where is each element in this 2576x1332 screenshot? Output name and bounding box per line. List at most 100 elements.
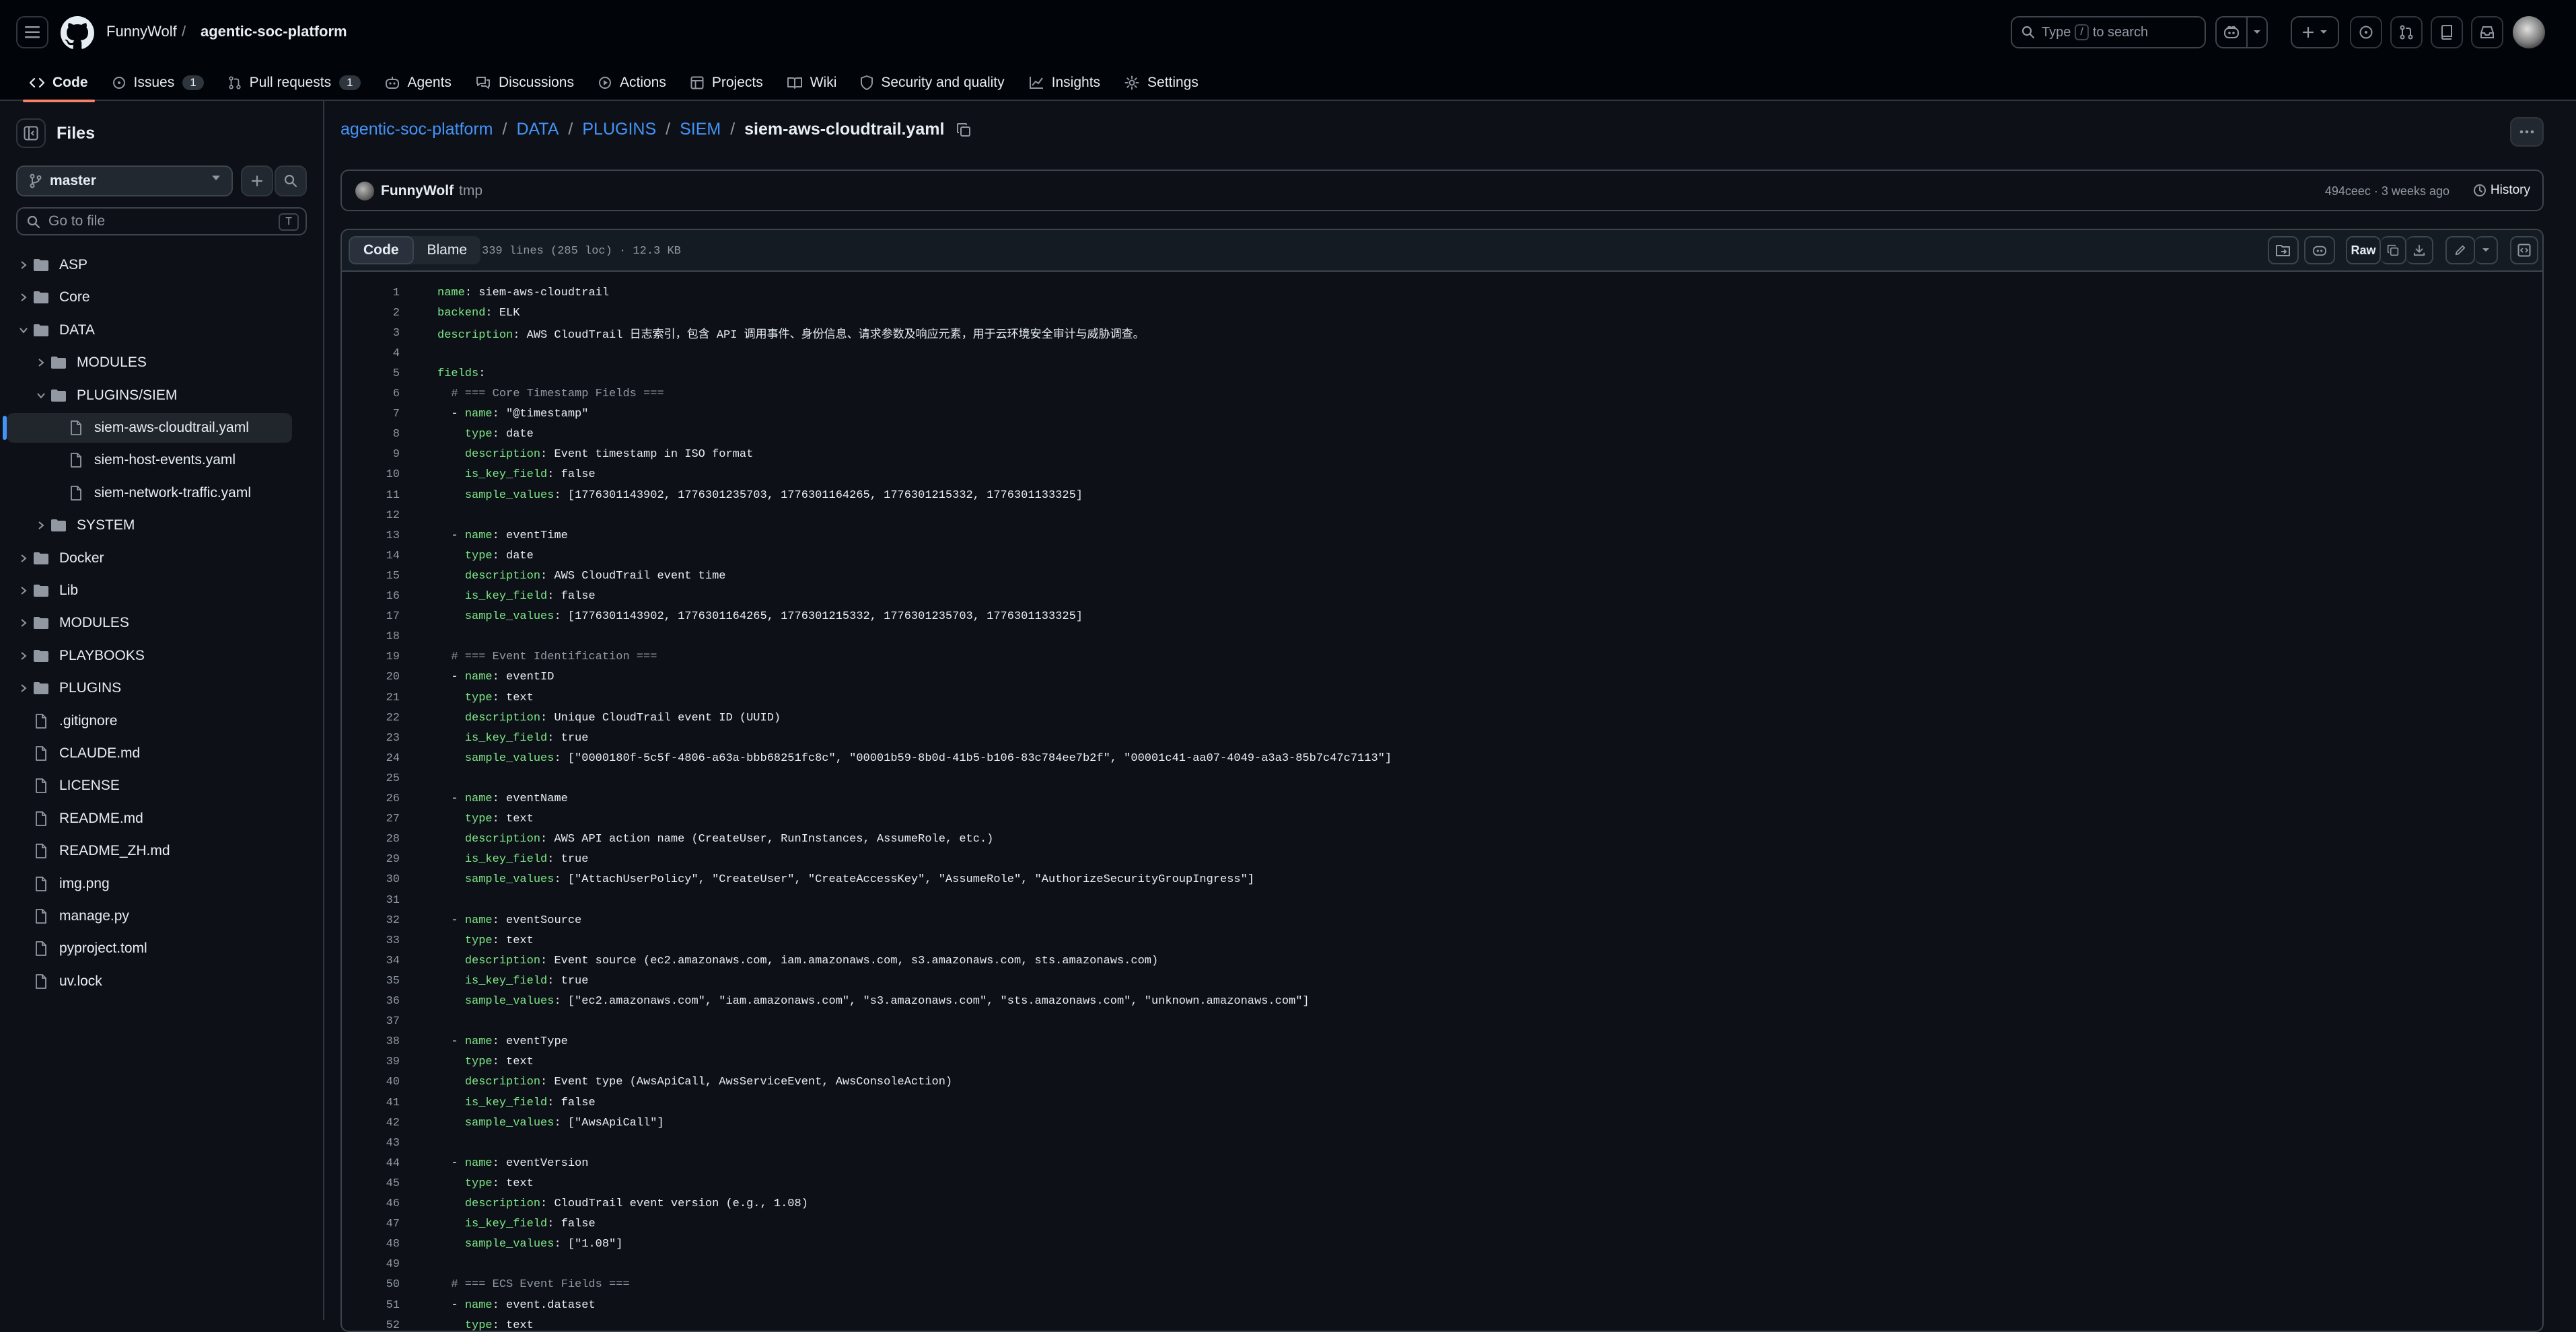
line-number[interactable]: 30	[342, 873, 400, 886]
tree-folder[interactable]: Lib	[7, 576, 292, 605]
history-button[interactable]: History	[2469, 183, 2530, 198]
tree-file[interactable]: siem-aws-cloudtrail.yaml	[3, 413, 292, 443]
chevron-right-icon[interactable]	[16, 293, 31, 302]
breadcrumb-siem-link[interactable]: SIEM	[680, 120, 721, 139]
tab-wiki[interactable]: Wiki	[775, 65, 849, 101]
symbols-panel-button[interactable]	[2510, 236, 2538, 264]
search-files-button[interactable]	[275, 165, 307, 196]
go-to-file-input[interactable]: Go to file T	[16, 207, 307, 235]
tree-folder[interactable]: MODULES	[7, 608, 292, 638]
tree-file[interactable]: .gitignore	[7, 706, 292, 736]
chevron-down-icon[interactable]	[16, 327, 31, 334]
repositories-button[interactable]	[2431, 16, 2463, 48]
line-number[interactable]: 35	[342, 975, 400, 988]
inbox-button[interactable]	[2471, 16, 2503, 48]
tree-folder[interactable]: DATA	[7, 316, 292, 345]
line-number[interactable]: 27	[342, 813, 400, 825]
tree-file[interactable]: siem-network-traffic.yaml	[7, 478, 292, 508]
line-number[interactable]: 21	[342, 692, 400, 704]
tree-folder[interactable]: Docker	[7, 544, 292, 573]
user-avatar[interactable]	[2513, 16, 2545, 48]
line-number[interactable]: 8	[342, 428, 400, 441]
repo-owner-link[interactable]: FunnyWolf	[106, 23, 177, 40]
tree-folder[interactable]: MODULES	[7, 348, 292, 377]
copy-path-icon[interactable]	[956, 122, 971, 137]
line-number[interactable]: 44	[342, 1157, 400, 1170]
create-new-menu[interactable]	[2291, 16, 2339, 48]
tree-file[interactable]: manage.py	[7, 901, 292, 931]
line-number[interactable]: 7	[342, 408, 400, 420]
breadcrumb-plugins-link[interactable]: PLUGINS	[582, 120, 656, 139]
chevron-right-icon[interactable]	[16, 683, 31, 693]
tree-file[interactable]: siem-host-events.yaml	[7, 445, 292, 475]
line-number[interactable]: 9	[342, 448, 400, 461]
line-number[interactable]: 25	[342, 772, 400, 785]
tree-file[interactable]: img.png	[7, 869, 292, 899]
tree-folder[interactable]: PLAYBOOKS	[7, 641, 292, 671]
more-options-button[interactable]	[2510, 117, 2544, 147]
repo-name-link[interactable]: agentic-soc-platform	[201, 23, 347, 40]
chevron-right-icon[interactable]	[16, 586, 31, 595]
line-number[interactable]: 12	[342, 509, 400, 522]
copilot-menu[interactable]	[2215, 16, 2268, 48]
line-number[interactable]: 5	[342, 367, 400, 380]
tree-file[interactable]: README_ZH.md	[7, 836, 292, 866]
copilot-button[interactable]	[2217, 17, 2246, 47]
line-number[interactable]: 1	[342, 287, 400, 299]
line-number[interactable]: 28	[342, 833, 400, 846]
tab-settings[interactable]: Settings	[1112, 65, 1211, 101]
line-number[interactable]: 49	[342, 1258, 400, 1271]
tree-folder[interactable]: SYSTEM	[7, 511, 292, 540]
download-button[interactable]	[2406, 236, 2433, 264]
commit-meta[interactable]: 494ceec · 3 weeks ago	[2325, 184, 2449, 198]
tab-actions[interactable]: Actions	[586, 65, 678, 101]
blame-view-button[interactable]: Blame	[414, 236, 481, 264]
line-number[interactable]: 42	[342, 1117, 400, 1130]
tab-pull-requests[interactable]: Pull requests 1	[216, 65, 373, 101]
line-number[interactable]: 14	[342, 550, 400, 562]
tab-agents[interactable]: Agents	[373, 65, 464, 101]
line-number[interactable]: 20	[342, 671, 400, 683]
line-number[interactable]: 45	[342, 1177, 400, 1190]
chevron-right-icon[interactable]	[16, 260, 31, 270]
global-search-input[interactable]: Type / to search	[2011, 16, 2206, 48]
line-number[interactable]: 4	[342, 347, 400, 360]
code-view-button[interactable]: Code	[349, 236, 414, 264]
line-number[interactable]: 40	[342, 1076, 400, 1088]
line-number[interactable]: 15	[342, 570, 400, 583]
tab-code[interactable]: Code	[17, 65, 100, 102]
chevron-right-icon[interactable]	[16, 651, 31, 661]
chevron-right-icon[interactable]	[34, 358, 48, 367]
line-number[interactable]: 17	[342, 610, 400, 623]
edit-file-button[interactable]	[2445, 236, 2475, 264]
tree-file[interactable]: pyproject.toml	[7, 934, 292, 963]
collapse-sidebar-button[interactable]	[16, 118, 46, 148]
tree-folder[interactable]: ASP	[7, 250, 292, 280]
chevron-right-icon[interactable]	[16, 554, 31, 563]
line-number[interactable]: 6	[342, 387, 400, 400]
line-number[interactable]: 13	[342, 529, 400, 542]
tab-security[interactable]: Security and quality	[849, 65, 1016, 101]
line-number[interactable]: 36	[342, 995, 400, 1008]
line-number[interactable]: 31	[342, 894, 400, 907]
pull-requests-button[interactable]	[2390, 16, 2423, 48]
line-number[interactable]: 52	[342, 1319, 400, 1331]
github-logo-icon[interactable]	[61, 16, 94, 50]
tab-issues[interactable]: Issues 1	[100, 65, 216, 101]
tree-folder[interactable]: Core	[7, 283, 292, 312]
chevron-right-icon[interactable]	[16, 618, 31, 628]
line-number[interactable]: 32	[342, 914, 400, 927]
issues-button[interactable]	[2350, 16, 2382, 48]
line-number[interactable]: 37	[342, 1015, 400, 1028]
line-number[interactable]: 46	[342, 1197, 400, 1210]
line-number[interactable]: 34	[342, 955, 400, 967]
line-number[interactable]: 47	[342, 1218, 400, 1230]
line-number[interactable]: 48	[342, 1238, 400, 1251]
line-number[interactable]: 33	[342, 934, 400, 947]
line-number[interactable]: 26	[342, 792, 400, 805]
add-file-button[interactable]	[241, 165, 273, 196]
copilot-dropdown[interactable]	[2246, 17, 2266, 47]
line-number[interactable]: 24	[342, 752, 400, 765]
breadcrumb-data-link[interactable]: DATA	[516, 120, 559, 139]
line-number[interactable]: 11	[342, 489, 400, 502]
